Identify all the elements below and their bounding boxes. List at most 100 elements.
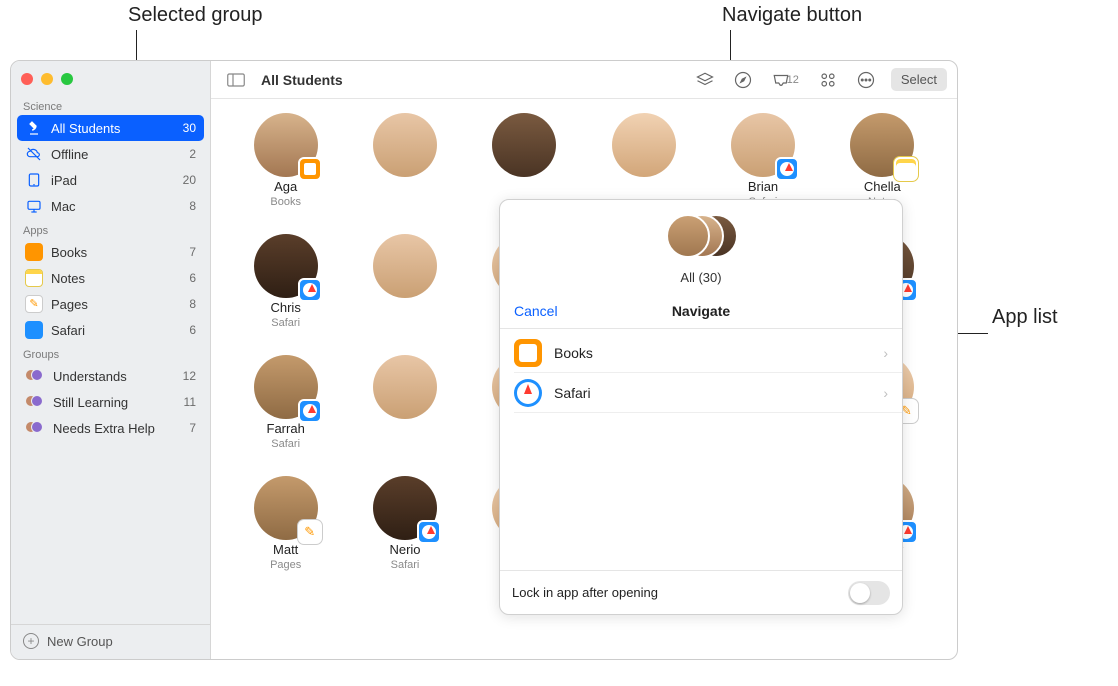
close-icon[interactable] <box>21 73 33 85</box>
student-tile[interactable]: ChellaNotes <box>826 113 939 208</box>
lock-in-app-label: Lock in app after opening <box>512 585 658 600</box>
sidebar-group-needs-extra-help[interactable]: Needs Extra Help 7 <box>17 415 204 441</box>
sidebar-group-still-learning[interactable]: Still Learning11 <box>17 389 204 415</box>
student-tile[interactable] <box>348 113 461 208</box>
navigate-app-safari[interactable]: Safari › <box>514 373 902 413</box>
sidebar-item-label: Understands <box>53 369 175 384</box>
callout-selected-group: Selected group <box>128 4 263 27</box>
student-avatar <box>492 113 556 177</box>
toolbar: All Students 12 Select <box>211 61 957 99</box>
sidebar-item-all-students[interactable]: All Students 30 <box>17 115 204 141</box>
sidebar-item-count: 7 <box>189 245 196 259</box>
student-name: Nerio <box>389 542 420 557</box>
student-tile[interactable] <box>587 113 700 208</box>
inbox-count: 12 <box>787 74 799 86</box>
cancel-button[interactable]: Cancel <box>514 303 558 319</box>
student-app-label: Books <box>270 196 301 208</box>
screens-button[interactable] <box>692 67 718 93</box>
callout-app-list: App list <box>992 306 1058 329</box>
student-tile[interactable] <box>348 234 461 329</box>
sidebar-item-count: 12 <box>183 369 196 383</box>
student-tile[interactable]: FarrahSafari <box>229 355 342 450</box>
sidebar-item-count: 30 <box>183 121 196 135</box>
sidebar-app-notes[interactable]: Notes 6 <box>17 265 204 291</box>
student-tile[interactable]: Matt Pages <box>229 476 342 571</box>
inbox-button[interactable]: 12 <box>768 67 803 93</box>
notes-badge-icon <box>894 157 918 181</box>
sidebar-item-count: 8 <box>189 297 196 311</box>
student-tile[interactable]: ChrisSafari <box>229 234 342 329</box>
sidebar-item-label: Still Learning <box>53 395 176 410</box>
student-avatar <box>731 113 795 177</box>
books-icon <box>25 243 43 261</box>
student-tile[interactable] <box>468 113 581 208</box>
student-name: Chella <box>864 179 901 194</box>
app-window: Science All Students 30 Offline2iPad20Mac8… <box>10 60 958 660</box>
sidebar-item-label: Notes <box>51 271 181 286</box>
sidebar-item-label: Needs Extra Help <box>53 421 181 436</box>
toggle-sidebar-button[interactable] <box>223 67 249 93</box>
chevron-right-icon: › <box>883 385 888 401</box>
sidebar: Science All Students 30 Offline2iPad20Mac8… <box>11 61 211 659</box>
student-app-label: Pages <box>270 559 301 571</box>
sidebar-item-label: iPad <box>51 173 175 188</box>
select-button[interactable]: Select <box>891 68 947 91</box>
sidebar-item-mac[interactable]: Mac8 <box>17 193 204 219</box>
lock-in-app-toggle[interactable] <box>848 581 890 605</box>
student-tile[interactable]: BrianSafari <box>706 113 819 208</box>
sidebar-section-groups: Groups <box>11 343 210 363</box>
student-tile[interactable]: NerioSafari <box>348 476 461 571</box>
sidebar-item-ipad[interactable]: iPad20 <box>17 167 204 193</box>
sidebar-item-count: 7 <box>189 421 196 435</box>
student-name: Aga <box>274 179 297 194</box>
cloud-off-icon <box>25 145 43 163</box>
sidebar-item-label: All Students <box>51 121 175 136</box>
safari-badge-icon <box>298 399 322 423</box>
more-button[interactable] <box>853 67 879 93</box>
safari-badge-icon <box>298 278 322 302</box>
dialog-header: All (30) <box>500 200 902 293</box>
dialog-title: Navigate <box>500 303 902 319</box>
student-avatar <box>373 234 437 298</box>
student-name: Brian <box>748 179 778 194</box>
sidebar-app-safari[interactable]: Safari 6 <box>17 317 204 343</box>
navigate-app-label: Safari <box>554 385 871 401</box>
compass-icon <box>734 71 752 89</box>
pages-icon <box>25 295 43 313</box>
callout-navigate-button: Navigate button <box>722 4 862 27</box>
apps-grid-button[interactable] <box>815 67 841 93</box>
sidebar-group-understands[interactable]: Understands 12 <box>17 363 204 389</box>
student-tile[interactable]: Aga Books <box>229 113 342 208</box>
sidebar-item-offline[interactable]: Offline2 <box>17 141 204 167</box>
chevron-right-icon: › <box>883 345 888 361</box>
navigate-app-books[interactable]: Books› <box>514 333 902 373</box>
books-badge-icon <box>298 157 322 181</box>
minimize-icon[interactable] <box>41 73 53 85</box>
group-avatars-icon <box>25 369 45 383</box>
sidebar-app-pages[interactable]: Pages 8 <box>17 291 204 317</box>
new-group-button[interactable]: + New Group <box>11 624 210 659</box>
sidebar-item-label: Pages <box>51 297 181 312</box>
student-avatar <box>373 113 437 177</box>
ellipsis-icon <box>857 71 875 89</box>
plus-icon: + <box>23 633 39 649</box>
sidebar-item-count: 6 <box>189 271 196 285</box>
safari-icon <box>514 379 542 407</box>
sidebar-item-label: Safari <box>51 323 181 338</box>
group-avatars-icon <box>25 421 45 435</box>
microscope-icon <box>25 119 43 137</box>
student-name: Farrah <box>267 421 305 436</box>
zoom-icon[interactable] <box>61 73 73 85</box>
student-app-label: Safari <box>271 317 300 329</box>
student-name: Matt <box>273 542 298 557</box>
sidebar-app-books[interactable]: Books7 <box>17 239 204 265</box>
student-avatar <box>254 476 318 540</box>
sidebar-item-count: 6 <box>189 323 196 337</box>
student-tile[interactable] <box>348 355 461 450</box>
navigate-button[interactable] <box>730 67 756 93</box>
sidebar-section-class: Science <box>11 95 210 115</box>
student-avatar <box>254 113 318 177</box>
new-group-label: New Group <box>47 634 113 649</box>
grid-icon <box>819 71 837 89</box>
layers-icon <box>696 71 714 89</box>
